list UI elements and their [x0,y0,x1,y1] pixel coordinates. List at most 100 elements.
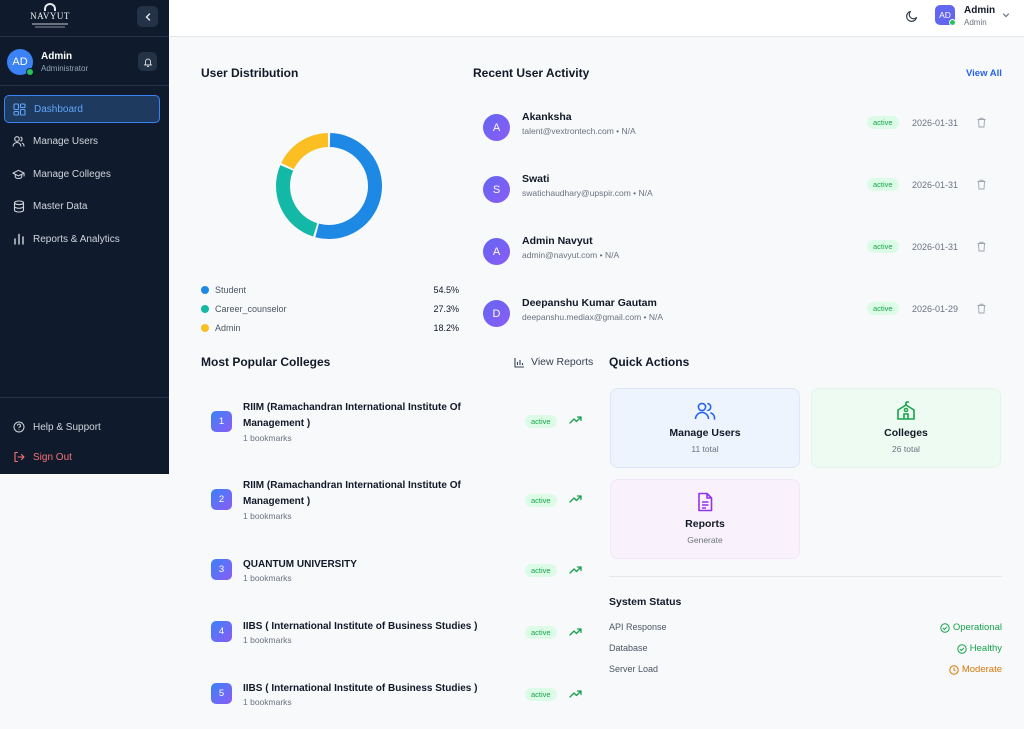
legend-label: Admin [215,323,241,333]
database-icon [12,200,25,213]
school-icon [897,401,915,420]
donut-slice-career-counselor[interactable] [276,165,318,237]
legend-value: 27.3% [433,304,459,314]
users-icon [694,402,716,420]
avatar[interactable]: AD [7,49,34,76]
trash-icon[interactable] [976,179,987,190]
legend-dot [201,305,209,313]
college-row[interactable]: 1 RIIM (Ramachandran International Insti… [211,400,591,443]
status-value-text: Operational [952,622,1002,633]
collapse-sidebar-button[interactable] [137,6,158,27]
help-circle-icon [13,421,25,433]
user-role: Admin [964,18,987,27]
college-row[interactable]: 3 QUANTUM UNIVERSITY 1 bookmarks active [211,557,591,587]
manage-users-card[interactable]: Manage Users 11 total [610,388,800,468]
college-bookmarks: 1 bookmarks [243,511,292,521]
donut-slice-admin[interactable] [281,133,329,170]
view-all-link[interactable]: View All [966,68,1002,79]
chevron-down-icon[interactable] [1001,10,1011,20]
sidebar-item-master-data[interactable]: Master Data [4,193,160,221]
dashboard-icon [13,102,26,116]
logo-text: NAVYUT [30,11,70,21]
sidebar-item-label: Manage Colleges [33,168,111,180]
college-bookmarks: 1 bookmarks [243,573,292,583]
college-name: RIIM (Ramachandran International Institu… [243,480,461,507]
college-row[interactable]: 2 RIIM (Ramachandran International Insti… [211,478,591,521]
status-label: Database [609,643,648,653]
sidebar-item-label: Dashboard [34,103,83,115]
status-row-database: Database Healthy [609,643,1002,657]
activity-user-email: talent@vextrontech.com • N/A [522,126,636,136]
status-row-server-load: Server Load Moderate [609,664,1002,678]
top-bar: AD Admin Admin [169,0,1024,37]
status-value-text: Moderate [961,664,1002,675]
activity-row[interactable]: S Swati swatichaudhary@upspir.com • N/A … [482,173,1002,213]
activity-user-name: Admin Navyut [522,235,593,247]
colleges-card[interactable]: Colleges 26 total [811,388,1001,468]
sidebar-item-label: Manage Users [33,136,99,147]
trending-up-icon [569,416,582,424]
online-indicator [949,19,956,26]
sidebar-item-manage-colleges[interactable]: Manage Colleges [4,160,160,188]
avatar-initials: AD [12,56,28,68]
college-row[interactable]: 5 IIBS ( International Institute of Busi… [211,681,591,711]
user-distribution-title: User Distribution [201,66,299,80]
rank-badge: 1 [211,411,232,432]
sidebar-item-reports-analytics[interactable]: Reports & Analytics [4,225,160,253]
status-label: Server Load [609,664,659,674]
sidebar-item-manage-users[interactable]: Manage Users [4,128,160,156]
bell-icon [143,58,152,67]
trash-icon[interactable] [976,303,987,314]
college-bookmarks: 1 bookmarks [243,697,292,707]
user-avatar: A [483,114,510,141]
status-badge: active [525,415,557,428]
donut-slice-student[interactable] [315,133,382,239]
user-avatar[interactable]: AD [935,5,956,26]
notifications-button[interactable] [138,52,157,71]
status-badge: active [525,688,557,701]
view-reports-button[interactable]: View Reports [514,356,593,368]
activity-date: 2026-01-31 [912,180,959,190]
sidebar-profile: AD Admin Administrator [0,37,169,86]
card-subtitle: 26 total [892,444,920,454]
help-support-link[interactable]: Help & Support [0,412,169,442]
activity-row[interactable]: A Akanksha talent@vextrontech.com • N/A … [482,111,1002,151]
online-indicator [26,68,34,76]
clock-icon [949,664,959,675]
legend-value: 54.5% [433,285,459,295]
college-name: IIBS ( International Institute of Busine… [243,683,478,694]
user-name[interactable]: Admin [964,5,995,16]
sidebar-item-dashboard[interactable]: Dashboard [4,95,160,123]
activity-user-name: Deepanshu Kumar Gautam [522,297,657,309]
file-text-icon [698,492,713,512]
activity-row[interactable]: A Admin Navyut admin@navyut.com • N/A ac… [482,235,1002,275]
user-avatar: A [483,238,510,265]
moon-icon[interactable] [905,9,919,23]
sign-out-label: Sign Out [33,451,72,463]
help-support-label: Help & Support [33,421,101,433]
reports-card[interactable]: Reports Generate [610,479,800,559]
trending-up-icon [569,628,582,636]
college-name: RIIM (Ramachandran International Institu… [243,402,461,429]
popular-colleges-title: Most Popular Colleges [201,355,331,369]
activity-row[interactable]: D Deepanshu Kumar Gautam deepanshu.media… [482,297,1002,337]
trash-icon[interactable] [976,117,987,128]
check-circle-icon [957,643,967,654]
activity-user-email: swatichaudhary@upspir.com • N/A [522,188,653,198]
card-title: Manage Users [669,427,741,439]
system-status-title: System Status [609,596,682,608]
recent-activity-title: Recent User Activity [473,66,590,80]
quick-actions-title: Quick Actions [609,355,690,369]
rank-badge: 3 [211,559,232,580]
log-out-icon [13,451,25,463]
college-row[interactable]: 4 IIBS ( International Institute of Busi… [211,619,591,649]
sign-out-button[interactable]: Sign Out [0,442,169,472]
status-badge: active [525,626,557,639]
card-subtitle: Generate [687,535,723,545]
college-name: QUANTUM UNIVERSITY [243,559,357,570]
trash-icon[interactable] [976,241,987,252]
navyut-logo[interactable]: NAVYUT [28,3,72,33]
status-badge: active [867,240,899,253]
status-badge: active [867,178,899,191]
legend-dot [201,286,209,294]
